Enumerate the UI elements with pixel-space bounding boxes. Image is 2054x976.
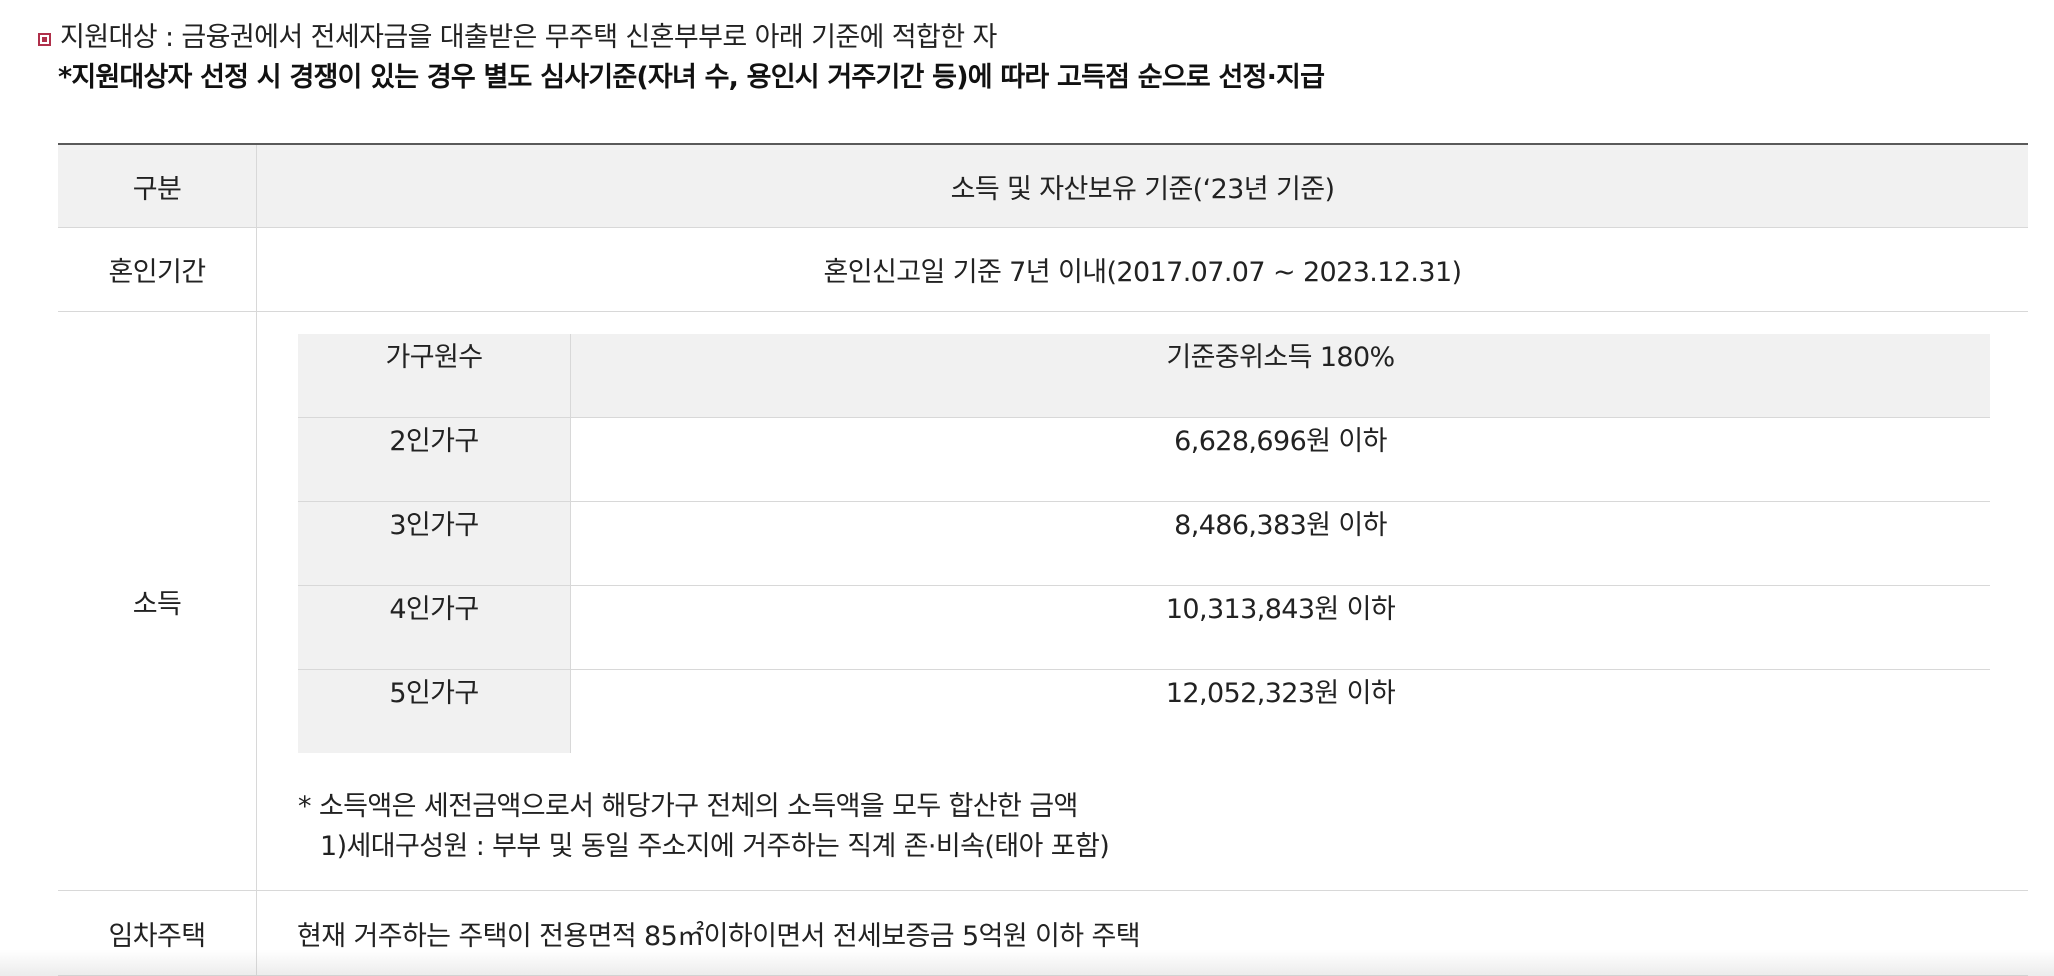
household-size-cell: 5인가구 xyxy=(298,669,571,753)
header-category-cell: 구분 xyxy=(58,144,257,228)
income-threshold-table: 가구원수 기준중위소득 180% 2인가구 6,628,696원 이하 3인가구… xyxy=(298,334,1990,753)
income-row: 소득 가구원수 기준중위소득 180% 2인가구 6,628,696원 이하 3… xyxy=(58,311,2028,891)
income-note-total: * 소득액은 세전금액으로서 해당가구 전체의 소득액을 모두 합산한 금액 xyxy=(298,791,1078,822)
table-header-row: 구분 소득 및 자산보유 기준(‘23년 기준) xyxy=(58,144,2028,228)
table-row: 4인가구 10,313,843원 이하 xyxy=(298,585,1990,670)
rental-house-label: 임차주택 xyxy=(58,890,257,976)
income-limit-cell: 12,052,323원 이하 xyxy=(1165,678,1396,709)
income-table-header-row: 가구원수 기준중위소득 180% xyxy=(298,334,1990,418)
income-limit-cell: 8,486,383원 이하 xyxy=(570,501,1990,586)
eligibility-table: 구분 소득 및 자산보유 기준(‘23년 기준) 혼인기간 혼인신고일 기준 7… xyxy=(58,143,2028,976)
rental-house-value: 현재 거주하는 주택이 전용면적 85㎡이하이면서 전세보증금 5억원 이하 주… xyxy=(256,890,2028,976)
household-size-header: 가구원수 xyxy=(298,334,571,418)
square-bullet-icon xyxy=(38,33,51,46)
marriage-period-label: 혼인기간 xyxy=(58,227,257,312)
household-size-cell: 3인가구 xyxy=(298,501,571,586)
income-criteria-cell: 가구원수 기준중위소득 180% 2인가구 6,628,696원 이하 3인가구… xyxy=(256,311,2028,891)
support-target-line: 지원대상 : 금융권에서 전세자금을 대출받은 무주택 신혼부부로 아래 기준에… xyxy=(38,18,1324,58)
rental-house-row: 임차주택 현재 거주하는 주택이 전용면적 85㎡이하이면서 전세보증금 5억원… xyxy=(58,890,2028,976)
income-label: 소득 xyxy=(58,311,257,891)
median-income-header: 기준중위소득 180% xyxy=(570,334,1990,418)
income-notes: * 소득액은 세전금액으로서 해당가구 전체의 소득액을 모두 합산한 금액 1… xyxy=(298,787,1987,867)
support-target-intro: 지원대상 : 금융권에서 전세자금을 대출받은 무주택 신혼부부로 아래 기준에… xyxy=(38,18,1325,98)
household-size-cell: 2인가구 xyxy=(298,417,571,502)
income-limit-cell: 6,628,696원 이하 xyxy=(570,417,1990,502)
table-row: 3인가구 8,486,383원 이하 xyxy=(298,501,1990,586)
marriage-period-row: 혼인기간 혼인신고일 기준 7년 이내(2017.07.07 ~ 2023.12… xyxy=(58,227,2028,312)
income-limit-cell: 10,313,843원 이하 xyxy=(570,585,1990,670)
header-criteria-cell: 소득 및 자산보유 기준(‘23년 기준) xyxy=(256,144,2028,228)
household-size-cell: 4인가구 xyxy=(298,585,571,670)
marriage-period-value: 혼인신고일 기준 7년 이내(2017.07.07 ~ 2023.12.31) xyxy=(256,227,2028,312)
table-row: 5인가구 12,052,323원 이하 xyxy=(298,669,1990,753)
table-row: 2인가구 6,628,696원 이하 xyxy=(298,417,1990,502)
income-note-household-members: 1)세대구성원 : 부부 및 동일 주소지에 거주하는 직계 존·비속(태아 포… xyxy=(320,831,1110,862)
selection-criteria-note: *지원대상자 선정 시 경쟁이 있는 경우 별도 심사기준(자녀 수, 용인시 … xyxy=(58,62,1325,93)
support-target-text: 지원대상 : 금융권에서 전세자금을 대출받은 무주택 신혼부부로 아래 기준에… xyxy=(60,22,997,53)
